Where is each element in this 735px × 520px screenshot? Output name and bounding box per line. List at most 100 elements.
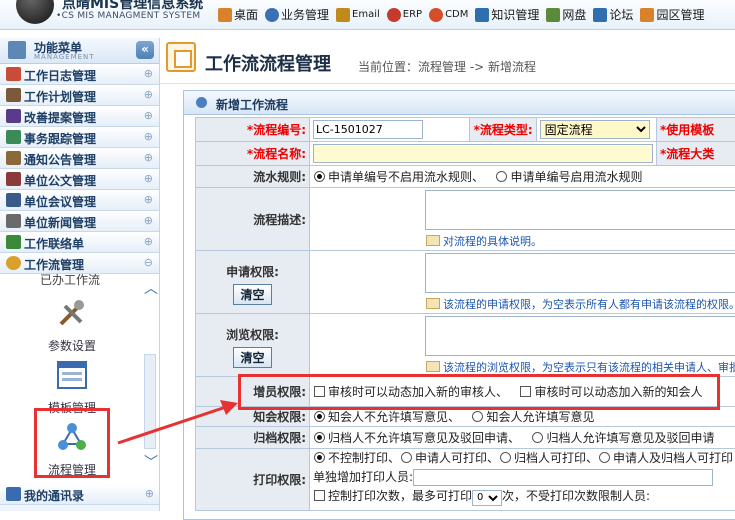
chevron-up-icon[interactable]: ︿ [144,278,158,298]
apply-perm-hint-text: 该流程的申请权限，为空表示所有人都有申请该流程的权限。 [443,298,735,311]
email-icon [336,8,350,22]
sidebar-item-work-log[interactable]: 工作日志管理⊕ [0,64,159,85]
print-radio-1[interactable] [314,452,325,463]
nav-knowledge[interactable]: 知识管理 [475,6,539,23]
sidebar-item-meeting[interactable]: 单位会议管理⊕ [0,190,159,211]
apply-perm-cell: 该流程的申请权限，为空表示所有人都有申请该流程的权限。 [310,251,735,314]
use-template-label: *使用模板 [657,118,735,142]
nav-label: 业务管理 [281,6,329,23]
notify-radio-1[interactable] [314,411,325,422]
flow-no-label-text: *流程编号: [247,123,306,137]
nav-desktop[interactable]: 桌面 [218,6,258,23]
submenu-item-done[interactable]: 已办工作流 [40,271,100,288]
print-count-suffix: 次，不受打印次数限制人员: [502,489,650,503]
nav-email[interactable]: Email [336,6,380,23]
sidebar-item-notice[interactable]: 通知公告管理 ⊕ [0,148,159,169]
flow-name-input[interactable] [313,144,653,163]
park-icon [640,8,654,22]
book-icon [426,361,440,372]
archive-radio-2[interactable] [532,432,543,443]
contact-icon [6,235,21,249]
sidebar-item-documents[interactable]: 单位公文管理⊕ [0,169,159,190]
meeting-icon [6,193,21,207]
print-count-check[interactable] [314,490,325,501]
flow-no-input[interactable] [313,120,423,139]
serial-rule-radio-1[interactable] [314,171,325,182]
print-count: 控制打印次数，最多可打印0次，不受打印次数限制人员: [313,487,735,506]
template-icon [55,358,89,392]
expand-icon: ⊕ [144,109,153,122]
print-radio-3[interactable] [500,452,511,463]
top-nav: 桌面 业务管理 Email ERP CDM 知识管理 网盘 论坛 园区管理 [218,6,711,23]
document-icon [6,172,21,186]
sidebar-item-work-plan[interactable]: 工作计划管理⊕ [0,85,159,106]
archive-opt2: 归档人允许填写意见及驳回申请 [546,431,714,445]
apply-perm-label-cell: 申请权限: 清空 [196,251,310,314]
collapse-sidebar-button[interactable]: « [136,41,154,59]
expand-icon: ⊕ [144,172,153,185]
breadcrumb: 当前位置：流程管理 -> 新增流程 [358,58,536,75]
nav-erp[interactable]: ERP [387,6,422,23]
flow-no-cell [310,118,470,142]
people-icon [475,8,489,22]
sidebar-item-improvement[interactable]: 改善提案管理⊕ [0,106,159,127]
scroll-track[interactable] [144,354,156,449]
nav-label: ERP [403,9,422,20]
flow-category-label-text: *流程大类 [660,147,714,161]
flow-name-label-text: *流程名称: [247,147,306,161]
serial-rule-radio-2[interactable] [496,171,507,182]
workflow-module-icon [166,42,196,72]
nav-disk[interactable]: 网盘 [546,6,586,23]
expand-icon: ⊕ [144,151,153,164]
sidebar-item-contact[interactable]: 工作联络单⊕ [0,232,159,253]
tracking-icon [6,130,21,144]
notify-radio-2[interactable] [472,411,483,422]
sidebar-item-tracking[interactable]: 事务跟踪管理⊕ [0,127,159,148]
browse-perm-label-cell: 浏览权限: 清空 [196,314,310,377]
disk-icon [546,8,560,22]
print-radio-2[interactable] [401,452,412,463]
tool-label: 参数设置 [30,337,114,354]
book-icon [426,298,440,309]
panel-header: 新增工作流程 [184,91,735,115]
archive-cell: 归档人不允许填写意见及驳回申请、 归档人允许填写意见及驳回申请 [310,427,735,449]
apply-clear-button[interactable]: 清空 [233,284,271,305]
submenu-scrollbar[interactable]: ︿ ﹀ [142,274,158,489]
serial-rule-label: 流水规则: [196,166,310,188]
nav-park[interactable]: 园区管理 [640,6,704,23]
browse-perm-textarea[interactable] [425,316,735,356]
sidebar-item-label: 单位新闻管理 [24,214,96,231]
app-subtitle-text: CS MIS MANAGMENT SYSTEM [62,11,201,21]
print-radio-4[interactable] [599,452,610,463]
cdm-icon [429,8,443,22]
print-count-select[interactable]: 0 [472,490,502,506]
flow-type-select[interactable]: 固定流程 [540,120,650,139]
apply-perm-textarea[interactable] [425,253,735,293]
print-extra-input[interactable] [413,469,713,486]
flow-name-label: *流程名称: [196,142,310,166]
flow-type-label-text: *流程类型: [474,123,533,137]
sidebar-item-label: 单位会议管理 [24,193,96,210]
description-textarea[interactable] [425,190,735,230]
chevron-down-icon[interactable]: ﹀ [144,452,158,472]
print-options: 不控制打印、申请人可打印、归档人可打印、申请人及归档人可打印 [313,449,735,468]
apply-perm-label: 申请权限: [199,263,306,280]
serial-rule-cell: 申请单编号不启用流水规则、 申请单编号启用流水规则 [310,166,735,188]
nav-label: Email [352,9,380,20]
archive-radio-1[interactable] [314,432,325,443]
browse-perm-label: 浏览权限: [199,326,306,343]
sidebar-item-news[interactable]: 单位新闻管理⊕ [0,211,159,232]
nav-business[interactable]: 业务管理 [265,6,329,23]
add-member-highlight [238,374,720,410]
sidebar-item-address-book[interactable]: 我的通讯录⊕ [0,484,160,505]
nav-forum[interactable]: 论坛 [593,6,633,23]
browse-clear-button[interactable]: 清空 [233,347,271,368]
nav-cdm[interactable]: CDM [429,6,468,23]
use-template-label-text: *使用模板 [660,123,714,137]
expand-icon: ⊕ [145,487,154,500]
sidebar-item-label: 通知公告管理 [24,151,96,168]
contacts-icon [6,487,21,501]
desktop-icon [218,8,232,22]
menu-icon [8,41,26,59]
tool-params-settings[interactable]: 参数设置 [30,296,114,354]
